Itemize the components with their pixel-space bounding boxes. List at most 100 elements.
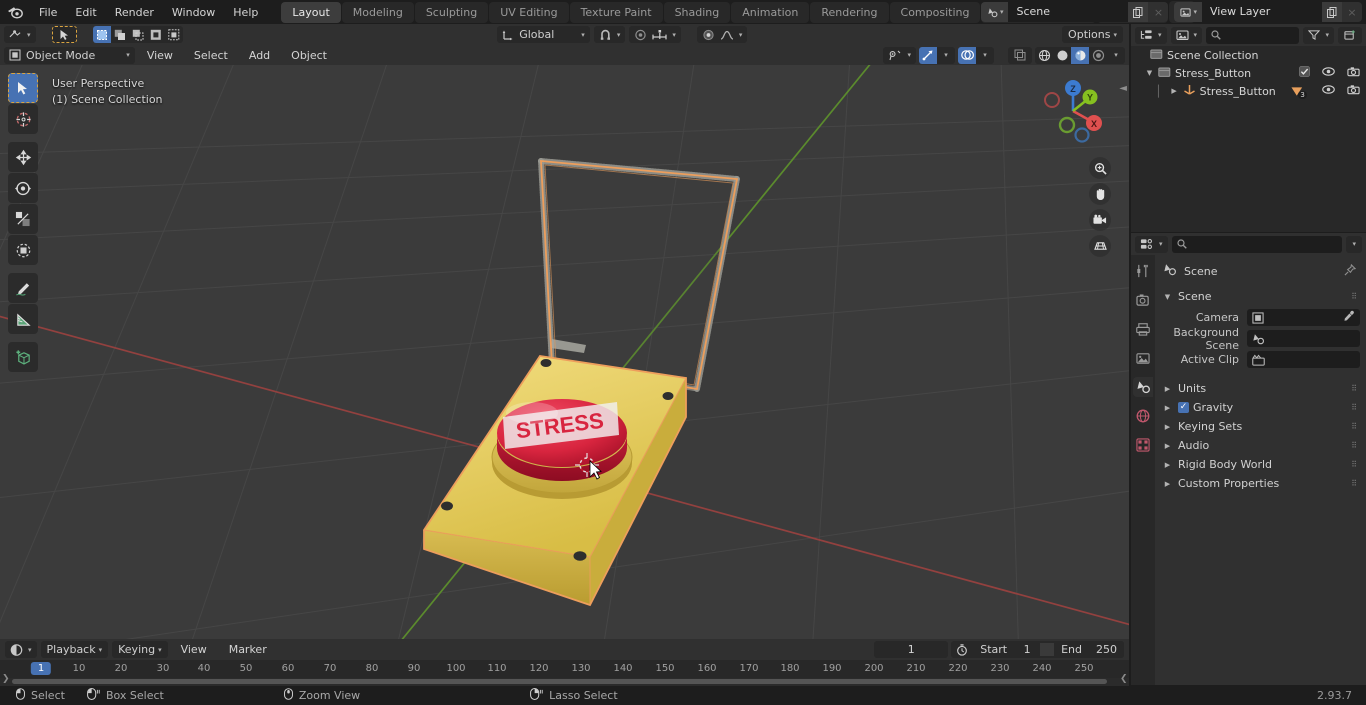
collection-checkbox[interactable] xyxy=(1299,66,1310,80)
drag-dots[interactable]: ⠿ xyxy=(1351,292,1358,301)
camera-icon[interactable] xyxy=(1089,209,1111,231)
properties-options-dropdown[interactable]: ▾ xyxy=(1346,235,1362,253)
active-clip-field[interactable] xyxy=(1247,351,1360,368)
new-collection-icon[interactable] xyxy=(1338,26,1362,44)
new-scene-button[interactable] xyxy=(1128,2,1149,22)
menu-render[interactable]: Render xyxy=(106,3,163,22)
expander-right-icon[interactable]: ▶ xyxy=(1163,404,1172,412)
tab-modeling[interactable]: Modeling xyxy=(341,1,414,23)
chevron-left-icon[interactable]: ◄ xyxy=(1119,83,1127,94)
transform-tool[interactable] xyxy=(8,235,38,265)
navigation-gizmo[interactable]: Z Y X xyxy=(1035,73,1111,149)
wireframe-shading-icon[interactable] xyxy=(1035,47,1053,64)
units-panel-header[interactable]: ▶ Units ⠿ xyxy=(1155,379,1366,398)
outliner-display-mode-icon[interactable]: ▾ xyxy=(1135,26,1167,44)
set-select-icon[interactable] xyxy=(92,26,111,43)
outliner-search-input[interactable] xyxy=(1206,26,1300,44)
tweak-tool[interactable] xyxy=(8,73,38,103)
camera-field[interactable] xyxy=(1247,309,1360,326)
tab-sculpting[interactable]: Sculpting xyxy=(414,1,489,23)
custom-properties-panel-header[interactable]: ▶ Custom Properties ⠿ xyxy=(1155,474,1366,493)
editor-type-3dview-icon[interactable]: ▾ xyxy=(4,26,36,43)
outliner-row-stress-button-collection[interactable]: ▼ Stress_Button xyxy=(1131,64,1366,82)
drag-dots[interactable]: ⠿ xyxy=(1351,479,1358,488)
eye-icon[interactable] xyxy=(1322,84,1335,98)
transform-orientation-dropdown[interactable]: Global ▾ xyxy=(497,26,590,43)
3d-viewport[interactable]: STRESS User Perspective (1) Scene Collec… xyxy=(0,65,1129,639)
scene-panel-header[interactable]: ▼ Scene ⠿ xyxy=(1155,287,1366,306)
pin-icon[interactable] xyxy=(1344,263,1357,279)
world-globe-tab[interactable] xyxy=(1133,406,1153,426)
tab-compositing[interactable]: Compositing xyxy=(889,1,981,23)
expander-down-icon[interactable]: ▼ xyxy=(1163,293,1172,301)
playback-menu[interactable]: Playback ▾ xyxy=(40,641,109,658)
tab-rendering[interactable]: Rendering xyxy=(810,1,889,23)
material-preview-shading-icon[interactable] xyxy=(1071,46,1089,64)
eyedropper-icon[interactable] xyxy=(1343,310,1355,325)
rotate-tool[interactable] xyxy=(8,173,38,203)
tab-texture-paint[interactable]: Texture Paint xyxy=(569,1,663,23)
snap-dropdown[interactable]: ▾ xyxy=(593,26,626,43)
drag-dots[interactable]: ⠿ xyxy=(1351,422,1358,431)
options-dropdown[interactable]: Options ▾ xyxy=(1062,26,1124,43)
stopwatch-icon[interactable] xyxy=(951,643,973,656)
timeline-editor-icon[interactable]: ▾ xyxy=(5,641,37,658)
overlays-dropdown[interactable]: ▾ xyxy=(976,47,994,64)
camera-render-icon[interactable] xyxy=(1347,84,1360,98)
gravity-checkbox[interactable]: ✓ xyxy=(1178,402,1189,413)
proportional-edit-dropdown[interactable]: ▾ xyxy=(629,26,681,43)
viewport-menu-view[interactable]: View xyxy=(138,46,182,65)
images-viewlayer-tab[interactable] xyxy=(1133,348,1153,368)
gravity-panel-header[interactable]: ▶ ✓ Gravity ⠿ xyxy=(1155,398,1366,417)
tab-animation[interactable]: Animation xyxy=(731,1,810,23)
timeline-menu-marker[interactable]: Marker xyxy=(220,640,276,659)
rigid-body-world-panel-header[interactable]: ▶ Rigid Body World ⠿ xyxy=(1155,455,1366,474)
gizmo-icon[interactable] xyxy=(919,46,937,64)
tab-uv-editing[interactable]: UV Editing xyxy=(489,1,569,23)
visibility-dropdown[interactable]: ▾ xyxy=(883,46,916,64)
shading-dropdown[interactable]: ▾ xyxy=(1107,47,1125,64)
expand-channels-icon[interactable]: ❯ xyxy=(2,674,10,684)
expander-right-icon[interactable]: ▶ xyxy=(1163,423,1172,431)
add-cube-tool[interactable] xyxy=(8,342,38,372)
menu-edit[interactable]: Edit xyxy=(66,3,105,22)
measure-tool[interactable] xyxy=(8,304,38,334)
gizmo-dropdown[interactable]: ▾ xyxy=(937,47,955,64)
expander-right-icon[interactable]: ▶ xyxy=(1163,442,1172,450)
drag-dots[interactable]: ⠿ xyxy=(1351,441,1358,450)
background-scene-field[interactable] xyxy=(1247,330,1360,347)
intersect-select-icon[interactable] xyxy=(165,26,183,43)
scene-data-icon[interactable]: ▾ xyxy=(1170,26,1203,44)
cursor-tool[interactable] xyxy=(8,104,38,134)
drag-dots[interactable]: ⠿ xyxy=(1351,460,1358,469)
scene-tab[interactable] xyxy=(1133,377,1153,397)
expander-right-icon[interactable]: ▶ xyxy=(1170,87,1179,95)
scale-tool[interactable] xyxy=(8,204,38,234)
unlink-viewlayer-button[interactable]: × xyxy=(1342,2,1362,22)
expander-right-icon[interactable]: ▶ xyxy=(1163,385,1172,393)
playhead[interactable]: 1 xyxy=(30,662,52,675)
keying-sets-panel-header[interactable]: ▶ Keying Sets ⠿ xyxy=(1155,417,1366,436)
invert-select-icon[interactable] xyxy=(147,26,165,43)
menu-help[interactable]: Help xyxy=(224,3,267,22)
ortho-persp-grid-icon[interactable] xyxy=(1089,235,1111,257)
viewlayer-icon[interactable]: ▾ xyxy=(1174,2,1202,22)
expander-right-icon[interactable]: ▶ xyxy=(1163,461,1172,469)
viewport-menu-object[interactable]: Object xyxy=(282,46,336,65)
blender-logo-icon[interactable] xyxy=(0,5,30,19)
outliner-row-stress-button-object[interactable]: │ ▶ Stress_Button 3 xyxy=(1131,82,1366,100)
current-frame-field[interactable]: 1 xyxy=(874,641,949,658)
modifier-badge[interactable]: 3 xyxy=(1290,85,1307,99)
solid-shading-icon[interactable] xyxy=(1053,47,1071,64)
render-camera-tab[interactable] xyxy=(1133,290,1153,310)
unlink-scene-button[interactable]: × xyxy=(1148,2,1169,22)
scene-icon[interactable]: ▾ xyxy=(980,2,1009,22)
timeline-horizontal-scrollbar[interactable] xyxy=(12,679,1107,684)
camera-render-icon[interactable] xyxy=(1347,66,1360,80)
tab-shading[interactable]: Shading xyxy=(663,1,731,23)
timeline-menu-view[interactable]: View xyxy=(172,640,216,659)
menu-file[interactable]: File xyxy=(30,3,66,22)
printer-output-tab[interactable] xyxy=(1133,319,1153,339)
timeline-scrubber[interactable]: 1 10 20 30 40 50 60 70 80 90 100 110 120… xyxy=(0,660,1129,678)
audio-panel-header[interactable]: ▶ Audio ⠿ xyxy=(1155,436,1366,455)
